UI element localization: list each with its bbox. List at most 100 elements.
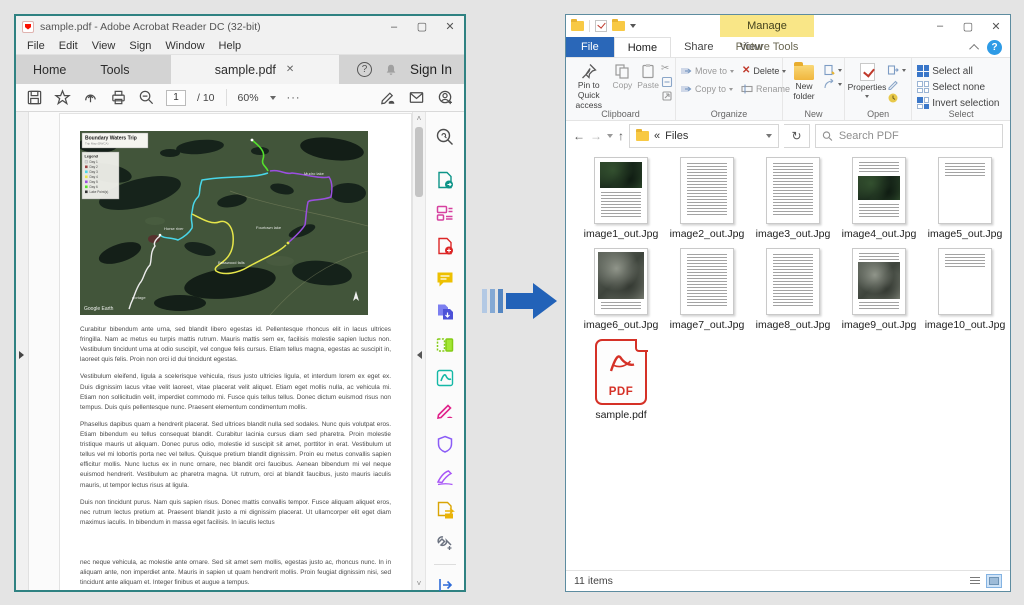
create-pdf-icon[interactable]	[435, 236, 455, 256]
acrobat-titlebar[interactable]: sample.pdf - Adobe Acrobat Reader DC (32…	[16, 16, 464, 37]
open-button[interactable]	[887, 64, 906, 76]
pin-to-quick-access-button[interactable]: Pin to Quick access	[568, 61, 610, 112]
left-panel-strip[interactable]	[16, 112, 29, 590]
save-icon[interactable]	[26, 89, 43, 106]
more-tools-icon[interactable]	[435, 533, 455, 553]
explorer-titlebar[interactable]: Manage – ▢ ✕	[566, 15, 1010, 37]
minimize-button[interactable]: –	[380, 16, 408, 37]
fill-and-sign-icon[interactable]	[435, 401, 455, 421]
file-item[interactable]: image3_out.Jpg	[750, 157, 836, 245]
edit-icon[interactable]	[887, 78, 899, 90]
tab-document[interactable]: sample.pdf ✕	[170, 55, 339, 84]
file-item[interactable]: image8_out.Jpg	[750, 248, 836, 336]
expand-left-panel-icon[interactable]	[19, 351, 24, 359]
tab-share[interactable]: Share	[671, 37, 726, 57]
invert-selection-button[interactable]: Invert selection	[917, 97, 999, 109]
page-number-input[interactable]: 1	[166, 89, 186, 106]
tab-home[interactable]: Home	[613, 37, 672, 57]
more-tools-dots-icon[interactable]: ···	[287, 92, 301, 104]
email-icon[interactable]	[408, 89, 425, 106]
close-button[interactable]: ✕	[436, 16, 464, 37]
menu-edit[interactable]: Edit	[52, 40, 85, 52]
zoom-level-dropdown[interactable]: 60%	[238, 92, 259, 104]
paste-shortcut-icon[interactable]	[661, 90, 673, 102]
thumbnail-view-button[interactable]	[986, 574, 1002, 588]
compress-pdf-icon[interactable]	[435, 368, 455, 388]
file-item[interactable]: image4_out.Jpg	[836, 157, 922, 245]
tab-close-icon[interactable]: ✕	[286, 64, 294, 75]
select-none-button[interactable]: Select none	[917, 81, 999, 93]
up-icon[interactable]: ↑	[618, 129, 624, 143]
organize-pages-icon[interactable]	[435, 335, 455, 355]
file-item[interactable]: image5_out.Jpg	[922, 157, 1008, 245]
help-icon[interactable]: ?	[356, 62, 372, 77]
copy-path-icon[interactable]	[661, 76, 673, 88]
help-icon[interactable]: ?	[987, 39, 1002, 55]
collapse-ribbon-icon[interactable]	[969, 43, 980, 54]
menu-window[interactable]: Window	[158, 40, 211, 52]
tab-picture-tools[interactable]: Picture Tools	[720, 37, 814, 57]
properties-button[interactable]: Properties	[847, 61, 887, 100]
copy-to-button[interactable]: Copy to	[680, 83, 734, 95]
breadcrumb[interactable]: « Files	[629, 124, 779, 148]
file-item[interactable]: image10_out.Jpg	[922, 248, 1008, 336]
edit-pdf-icon[interactable]	[435, 203, 455, 223]
scroll-down-icon[interactable]: ˅	[413, 579, 425, 588]
fill-sign-pen-icon[interactable]	[379, 89, 396, 106]
file-list-area[interactable]: image1_out.Jpg image2_out.Jpg image3_out…	[566, 151, 1010, 570]
new-item-button[interactable]	[823, 64, 842, 76]
history-icon[interactable]	[887, 92, 899, 104]
qat-new-folder-icon[interactable]	[612, 19, 625, 31]
tab-tools[interactable]: Tools	[83, 55, 146, 84]
maximize-button[interactable]: ▢	[954, 15, 982, 37]
tab-file[interactable]: File	[566, 37, 614, 57]
search-icon[interactable]	[435, 127, 455, 147]
comment-icon[interactable]	[435, 269, 455, 289]
easy-access-button[interactable]	[823, 78, 842, 90]
zoom-out-icon[interactable]	[138, 89, 155, 106]
file-item[interactable]: image6_out.Jpg	[578, 248, 664, 336]
account-add-icon[interactable]	[437, 89, 454, 106]
star-icon[interactable]	[54, 89, 71, 106]
maximize-button[interactable]: ▢	[408, 16, 436, 37]
search-box[interactable]	[815, 124, 1003, 148]
protect-icon[interactable]	[435, 434, 455, 454]
forward-icon[interactable]: →	[590, 129, 602, 143]
menu-file[interactable]: File	[20, 40, 52, 52]
address-caret-icon[interactable]	[766, 134, 772, 138]
notification-bell-icon[interactable]	[384, 63, 398, 77]
zoom-caret-icon[interactable]	[269, 95, 276, 100]
sign-in-button[interactable]: Sign In	[410, 62, 452, 77]
expand-tools-pane-icon[interactable]	[437, 577, 453, 593]
minimize-button[interactable]: –	[926, 15, 954, 37]
details-view-button[interactable]	[967, 574, 983, 588]
tab-home[interactable]: Home	[16, 55, 83, 84]
menu-sign[interactable]: Sign	[122, 40, 158, 52]
certificates-icon[interactable]	[435, 467, 455, 487]
move-to-button[interactable]: Move to	[680, 65, 735, 77]
qat-customize-caret-icon[interactable]	[630, 24, 636, 28]
delete-button[interactable]: ✕ Delete	[742, 65, 787, 77]
breadcrumb-location[interactable]: Files	[665, 130, 688, 142]
file-item[interactable]: image2_out.Jpg	[664, 157, 750, 245]
qat-properties-icon[interactable]	[595, 20, 607, 32]
file-item[interactable]: image9_out.Jpg	[836, 248, 922, 336]
share-upload-icon[interactable]	[82, 89, 99, 106]
file-item[interactable]: image1_out.Jpg	[578, 157, 664, 245]
scroll-up-icon[interactable]: ˄	[413, 114, 425, 123]
copy-button[interactable]: Copy	[610, 61, 636, 93]
select-all-button[interactable]: Select all	[917, 65, 999, 77]
combine-files-icon[interactable]	[435, 302, 455, 322]
cut-icon[interactable]: ✂	[661, 64, 673, 74]
collapse-tools-pane-icon[interactable]	[417, 351, 422, 359]
new-folder-button[interactable]: New folder	[785, 61, 823, 104]
pdf-file-item[interactable]: PDF sample.pdf	[578, 338, 664, 439]
file-item[interactable]: image7_out.Jpg	[664, 248, 750, 336]
refresh-icon[interactable]: ↻	[784, 124, 810, 148]
recent-locations-caret-icon[interactable]	[607, 134, 613, 138]
search-input[interactable]	[838, 130, 996, 142]
close-button[interactable]: ✕	[982, 15, 1010, 37]
scrollbar-thumb[interactable]	[415, 127, 423, 197]
paste-button[interactable]: Paste	[635, 61, 661, 93]
export-pdf-icon[interactable]	[435, 170, 455, 190]
